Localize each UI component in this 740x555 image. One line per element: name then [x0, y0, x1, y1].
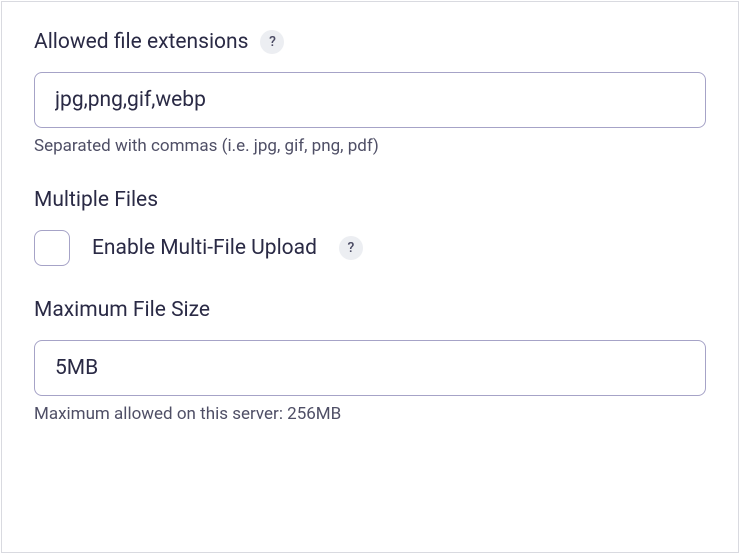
- settings-panel: Allowed file extensions ? Separated with…: [1, 1, 739, 553]
- max-file-size-group: Maximum File Size Maximum allowed on thi…: [34, 298, 706, 424]
- allowed-extensions-group: Allowed file extensions ? Separated with…: [34, 30, 706, 156]
- checkbox-row: Enable Multi-File Upload ?: [34, 230, 706, 266]
- enable-multi-file-label: Enable Multi-File Upload: [92, 236, 317, 260]
- multiple-files-group: Multiple Files Enable Multi-File Upload …: [34, 188, 706, 266]
- max-file-size-label: Maximum File Size: [34, 298, 210, 322]
- label-row: Allowed file extensions ?: [34, 30, 706, 54]
- multiple-files-label: Multiple Files: [34, 188, 158, 212]
- max-file-size-helper: Maximum allowed on this server: 256MB: [34, 404, 706, 424]
- allowed-extensions-helper: Separated with commas (i.e. jpg, gif, pn…: [34, 136, 706, 156]
- help-icon[interactable]: ?: [260, 30, 284, 54]
- label-row: Multiple Files: [34, 188, 706, 212]
- allowed-extensions-input[interactable]: [34, 72, 706, 128]
- allowed-extensions-label: Allowed file extensions: [34, 30, 248, 54]
- enable-multi-file-checkbox[interactable]: [34, 230, 70, 266]
- max-file-size-input[interactable]: [34, 340, 706, 396]
- label-row: Maximum File Size: [34, 298, 706, 322]
- help-icon[interactable]: ?: [339, 236, 363, 260]
